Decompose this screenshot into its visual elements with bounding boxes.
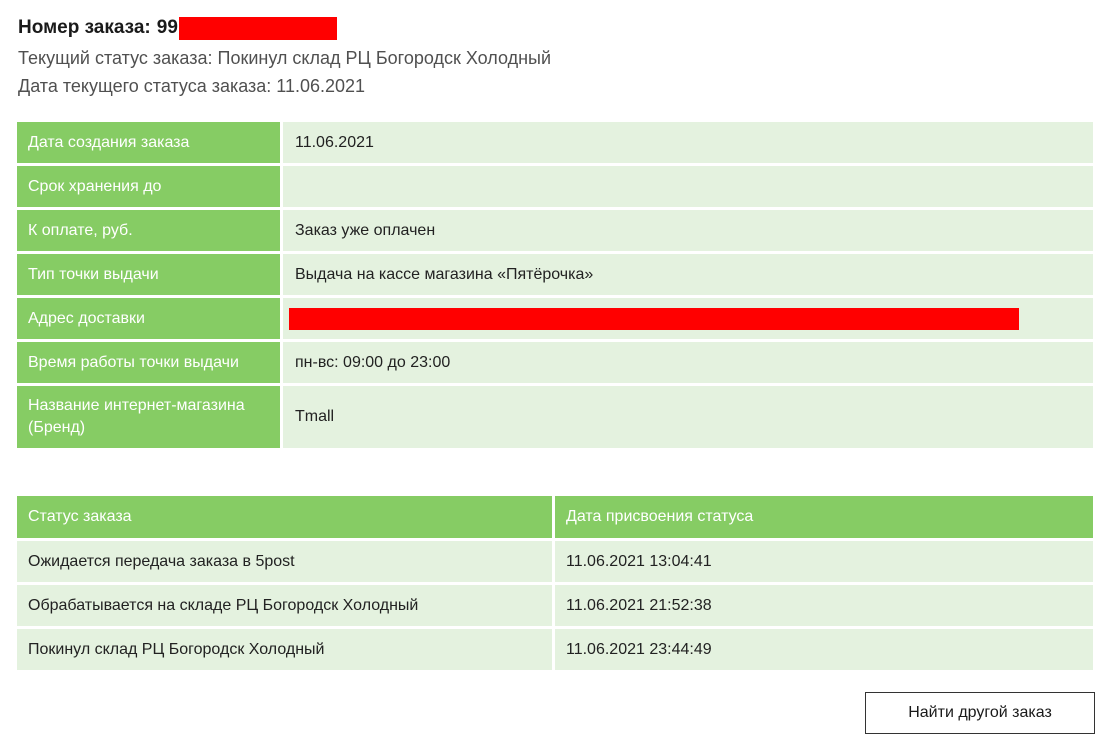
order-info-table: Дата создания заказа 11.06.2021 Срок хра…	[17, 119, 1093, 451]
info-key: Тип точки выдачи	[17, 254, 283, 295]
info-value: пн-вс: 09:00 до 23:00	[283, 342, 1093, 383]
info-row-storage: Срок хранения до	[17, 166, 1093, 207]
info-row-pickup-type: Тип точки выдачи Выдача на кассе магазин…	[17, 254, 1093, 295]
info-key: Дата создания заказа	[17, 122, 283, 163]
order-number-value: 99	[156, 17, 178, 38]
table-row: Покинул склад РЦ Богородск Холодный 11.0…	[17, 629, 1093, 670]
date-cell: 11.06.2021 13:04:41	[555, 541, 1093, 582]
status-cell: Покинул склад РЦ Богородск Холодный	[17, 629, 555, 670]
order-number-label: Номер заказа:	[18, 17, 151, 38]
current-status-date: Дата текущего статуса заказа: 11.06.2021	[18, 76, 366, 96]
status-history-header: Статус заказа Дата присвоения статуса	[17, 496, 1093, 538]
status-history-table: Статус заказа Дата присвоения статуса Ож…	[17, 493, 1093, 673]
info-key: Срок хранения до	[17, 166, 283, 207]
info-key: Название интернет-магазина (Бренд)	[17, 386, 283, 448]
info-value	[283, 298, 1093, 339]
status-cell: Обрабатывается на складе РЦ Богородск Хо…	[17, 585, 555, 626]
info-key: Время работы точки выдачи	[17, 342, 283, 383]
order-header: Номер заказа: 99 Текущий статус заказа: …	[18, 16, 551, 98]
table-row: Ожидается передача заказа в 5post 11.06.…	[17, 541, 1093, 582]
info-row-brand: Название интернет-магазина (Бренд) Tmall	[17, 386, 1093, 448]
info-value: 11.06.2021	[283, 122, 1093, 163]
order-number-redaction	[178, 16, 337, 40]
info-row-address: Адрес доставки	[17, 298, 1093, 339]
info-key: Адрес доставки	[17, 298, 283, 339]
info-key: К оплате, руб.	[17, 210, 283, 251]
order-number-line: Номер заказа: 99	[18, 16, 551, 40]
info-value	[283, 166, 1093, 207]
info-row-payment: К оплате, руб. Заказ уже оплачен	[17, 210, 1093, 251]
info-value: Выдача на кассе магазина «Пятёрочка»	[283, 254, 1093, 295]
column-header-date: Дата присвоения статуса	[555, 496, 1093, 538]
status-cell: Ожидается передача заказа в 5post	[17, 541, 555, 582]
date-cell: 11.06.2021 23:44:49	[555, 629, 1093, 670]
info-value: Заказ уже оплачен	[283, 210, 1093, 251]
find-another-order-button[interactable]: Найти другой заказ	[865, 692, 1095, 734]
date-cell: 11.06.2021 21:52:38	[555, 585, 1093, 626]
column-header-status: Статус заказа	[17, 496, 555, 538]
info-row-created: Дата создания заказа 11.06.2021	[17, 122, 1093, 163]
table-row: Обрабатывается на складе РЦ Богородск Хо…	[17, 585, 1093, 626]
info-value: Tmall	[283, 386, 1093, 448]
address-redaction	[289, 307, 1019, 330]
current-status: Текущий статус заказа: Покинул склад РЦ …	[18, 48, 552, 68]
info-row-hours: Время работы точки выдачи пн-вс: 09:00 д…	[17, 342, 1093, 383]
